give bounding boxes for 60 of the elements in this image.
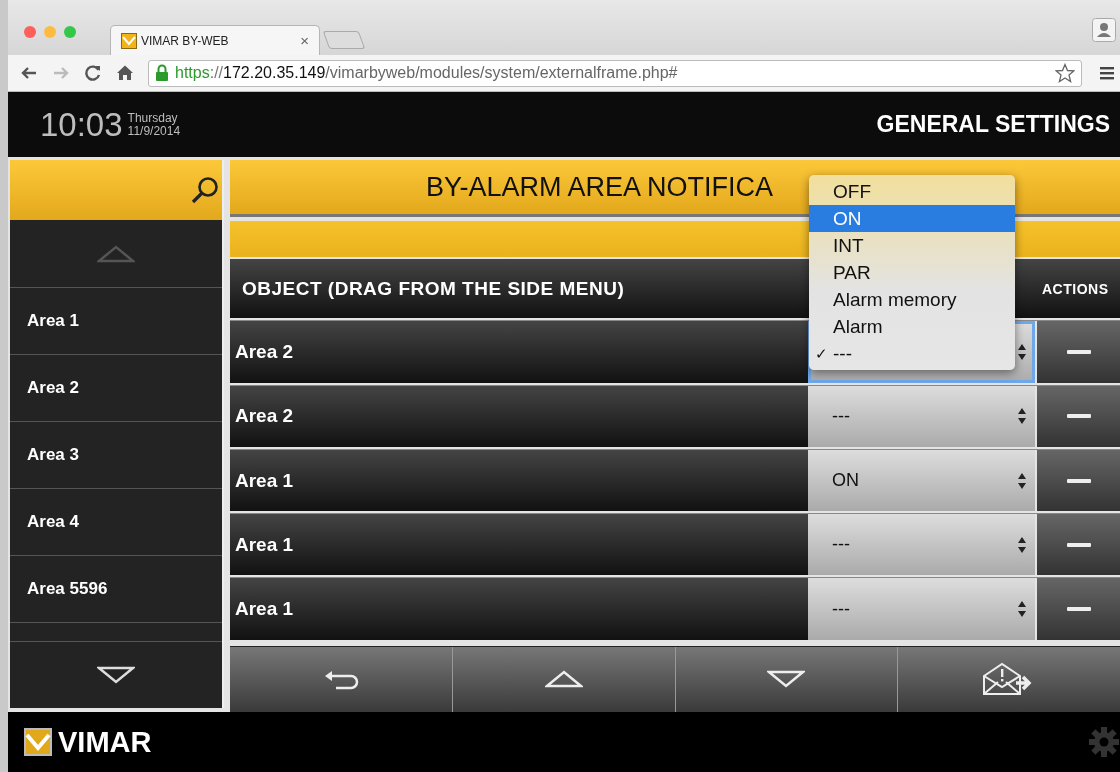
down-triangle-icon — [767, 670, 806, 689]
table-cell: Area 1 — [230, 578, 808, 640]
date-text: 11/9/2014 — [127, 124, 181, 138]
close-window-button[interactable] — [24, 26, 36, 38]
sidebar-item[interactable]: Area 2 — [10, 355, 222, 422]
down-triangle-icon — [97, 666, 135, 684]
logo-icon — [24, 728, 52, 756]
clock-time: 10:03 — [40, 105, 123, 144]
up-down-arrows-icon — [1017, 407, 1027, 426]
up-down-arrows-icon — [1017, 471, 1027, 490]
minus-icon — [1066, 542, 1091, 547]
up-down-arrows-icon — [1017, 600, 1027, 619]
back-arrow-icon[interactable] — [20, 65, 38, 81]
column-header: ACTIONS — [1042, 280, 1110, 297]
brand-name: VIMAR — [58, 725, 152, 759]
value-select[interactable]: --- — [808, 578, 1035, 640]
dropdown-option[interactable]: ✓ --- — [809, 340, 1015, 367]
remove-button[interactable] — [1037, 449, 1120, 512]
up-down-arrows-icon — [1017, 342, 1027, 361]
dropdown-option[interactable]: Alarm memory — [809, 286, 1015, 313]
tab-title: VIMAR BY-WEB — [141, 33, 230, 48]
star-icon[interactable] — [1055, 63, 1075, 83]
menu-icon[interactable] — [1100, 66, 1114, 80]
home-icon[interactable] — [116, 64, 134, 82]
favicon-icon — [121, 32, 137, 49]
tab-close-button[interactable]: × — [300, 32, 309, 49]
up-down-arrows-icon — [1017, 535, 1027, 554]
minus-icon — [1066, 478, 1091, 483]
dropdown-option[interactable]: Alarm — [809, 313, 1015, 340]
table-cell: Area 1 — [230, 514, 808, 576]
sidebar-item[interactable]: Area 4 — [10, 489, 222, 556]
dropdown-option[interactable]: OFF — [809, 178, 1015, 205]
table-cell: Area 2 — [230, 321, 808, 383]
table-cell: Area 1 — [230, 449, 808, 512]
address-field[interactable]: https://172.20.35.149/vimarbyweb/modules/system/externalframe.php# — [148, 59, 1082, 87]
up-triangle-icon — [97, 244, 135, 263]
browser-tab[interactable]: VIMAR BY-WEB × — [110, 25, 320, 55]
value-select[interactable]: --- — [808, 514, 1035, 576]
lock-icon — [155, 64, 169, 82]
value-select[interactable]: --- — [808, 385, 1035, 447]
up-triangle-icon — [544, 670, 583, 689]
minus-icon — [1066, 349, 1091, 354]
minus-icon — [1066, 414, 1091, 419]
search-icon[interactable] — [190, 175, 220, 205]
sidebar-item[interactable]: Area 5596 — [10, 556, 222, 623]
sidebar-item[interactable]: Area 1 — [10, 288, 222, 355]
table-cell: Area 2 — [230, 385, 808, 447]
dropdown-option[interactable]: ON — [809, 205, 1015, 232]
weekday-text: Thursday — [127, 111, 178, 125]
reload-icon[interactable] — [84, 64, 102, 82]
minus-icon — [1066, 607, 1091, 612]
profile-icon[interactable] — [1092, 18, 1116, 42]
url-text: https://172.20.35.149/vimarbyweb/modules/system/externalframe.php# — [175, 64, 678, 82]
sidebar-item[interactable]: Area 3 — [10, 422, 222, 489]
dropdown-option[interactable]: PAR — [809, 259, 1015, 286]
page-title: GENERAL SETTINGS — [876, 111, 1110, 138]
remove-button[interactable] — [1037, 514, 1120, 576]
value-select[interactable]: ON — [808, 449, 1035, 512]
column-header: OBJECT (DRAG FROM THE SIDE MENU) — [242, 277, 625, 300]
dropdown-option[interactable]: INT — [809, 232, 1015, 259]
